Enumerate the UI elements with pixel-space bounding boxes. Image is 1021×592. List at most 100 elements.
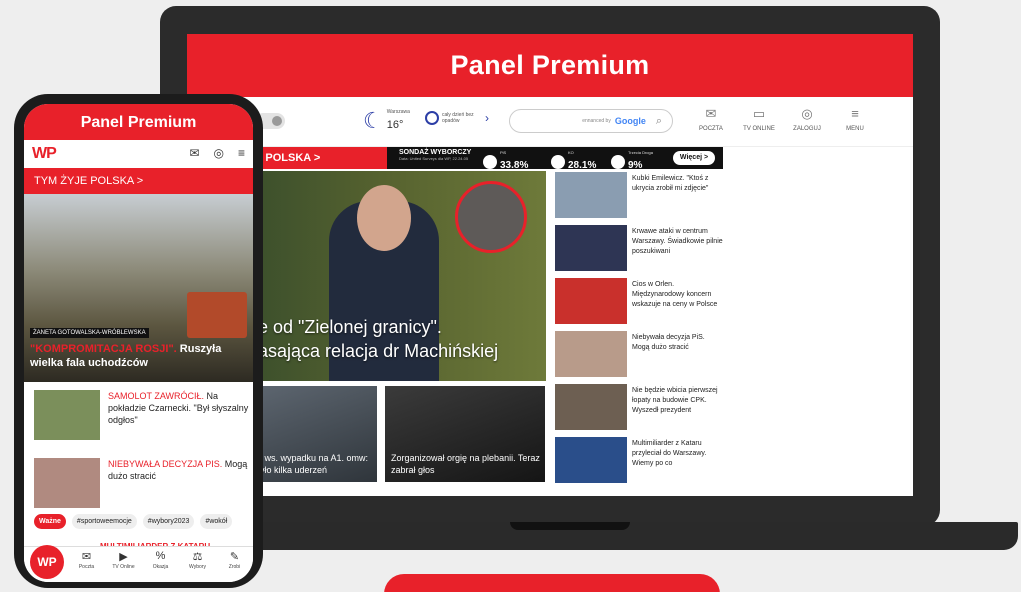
list-item-highlight: SAMOLOT ZAWRÓCIŁ.: [108, 391, 205, 401]
nav-tab-elections[interactable]: ⚖ Wybory: [179, 547, 216, 582]
hero-article[interactable]: ze od "Zielonej granicy". zasająca relac…: [249, 171, 546, 381]
phone-hero-truck: [187, 292, 247, 338]
laptop-notch: [510, 522, 630, 530]
phone-section-link[interactable]: TYM ŻYJE POLSKA >: [24, 168, 253, 194]
nav-tab-tv[interactable]: ▶ TV Online: [105, 547, 142, 582]
article-card-title: ty ws. wypadku na A1. omw: było kilka ud…: [255, 453, 369, 475]
list-item[interactable]: Niebywała decyzja PiS. Mogą dużo stracić: [555, 331, 723, 384]
search-powered: ennanced by: [582, 118, 611, 124]
header-login-button[interactable]: ◎ ZALOGUJ: [783, 105, 831, 132]
mail-icon[interactable]: ✉: [189, 146, 199, 160]
hero-photo-face: [357, 185, 411, 251]
phone-hero-article[interactable]: ŻANETA GOTOWALSKA-WRÓBLEWSKA "KOMPROMITA…: [24, 194, 253, 382]
article-card-title: Zorganizował orgię na plebanii. Teraz za…: [391, 453, 540, 475]
tag-chip[interactable]: Ważne: [34, 514, 66, 529]
poll-title: SONDAŻ WYBORCZY: [399, 149, 472, 156]
weather-widget[interactable]: ☾ Warszawa 16°: [363, 109, 410, 133]
hero-caption: ze od "Zielonej granicy". zasająca relac…: [249, 315, 498, 363]
weather-forecast[interactable]: cały dzień bez opadów ›: [425, 111, 489, 125]
list-item[interactable]: Krwawe ataki w centrum Warszawy. Świadko…: [555, 225, 723, 278]
list-thumb: [555, 384, 627, 430]
nav-tab-more[interactable]: ✎ Zrobi: [216, 547, 253, 582]
nav-label: TV Online: [112, 564, 135, 570]
pen-icon: ✎: [229, 551, 240, 563]
poll-value: 33.8%: [500, 160, 529, 171]
poll-party: KO: [568, 150, 574, 155]
wp-logo[interactable]: WP: [32, 145, 57, 163]
list-item[interactable]: Nie będzie wbicia pierwszej łopaty na bu…: [555, 384, 723, 437]
list-item-highlight: NIEBYWAŁA DECYZJA PIS.: [108, 459, 223, 469]
search-engine: Google: [614, 116, 646, 126]
smile-icon: [425, 111, 439, 125]
list-thumb: [555, 278, 627, 324]
menu-icon: ≡: [851, 106, 859, 121]
header-menu-label: MENU: [846, 126, 864, 132]
hero-inset-photo: [455, 181, 527, 253]
article-card[interactable]: Zorganizował orgię na plebanii. Teraz za…: [385, 386, 545, 482]
weather-city: Warszawa: [386, 109, 410, 115]
search-input[interactable]: ennanced by Google ⌕: [509, 109, 673, 133]
site-header: ☾ Warszawa 16° cały dzień bez opadów › e…: [187, 97, 913, 147]
tag-chip[interactable]: #wybory2023: [142, 514, 195, 529]
list-item-title: Multimiliarder z Kataru przyleciał do Wa…: [632, 440, 707, 467]
header-icons: ✉ POCZTA ▭ TV ONLINE ◎ ZALOGUJ ≡ MENU: [687, 105, 879, 132]
party-logo-icon: [483, 154, 497, 169]
list-thumb: [555, 331, 627, 377]
list-item-title: NIEBYWAŁA DECYZJA PIS. Mogą dużo stracić: [108, 458, 253, 518]
poll-more-button[interactable]: Więcej >: [673, 151, 715, 165]
phone-banner: Panel Premium: [24, 104, 253, 140]
list-item[interactable]: SAMOLOT ZAWRÓCIŁ. Na pokładzie Czarnecki…: [34, 390, 253, 450]
user-icon: ◎: [801, 106, 813, 121]
poll-source: Data: United Surveys dla WP, 22.24.05: [399, 156, 469, 161]
list-item-title: Niebywała decyzja PiS. Mogą dużo stracić: [632, 334, 705, 351]
laptop-base: [130, 522, 1018, 550]
list-item[interactable]: NIEBYWAŁA DECYZJA PIS. Mogą dużo stracić: [34, 458, 253, 518]
nav-label: Wybory: [189, 564, 206, 570]
article-card[interactable]: ty ws. wypadku na A1. omw: było kilka ud…: [249, 386, 377, 482]
tv-icon: ▭: [752, 106, 766, 121]
cta-button[interactable]: [384, 574, 720, 592]
phone-header: WP ✉ ◎ ≡: [24, 140, 253, 168]
list-item-title: Cios w Orlen. Międzynarodowy koncern wsk…: [632, 281, 718, 308]
chevron-right-icon[interactable]: ›: [485, 111, 489, 125]
list-thumb: [555, 172, 627, 218]
header-menu-button[interactable]: ≡ MENU: [831, 105, 879, 132]
moon-icon: ☾: [363, 108, 383, 133]
header-tv-button[interactable]: ▭ TV ONLINE: [735, 105, 783, 132]
nav-label: Zrobi: [228, 564, 241, 570]
menu-icon[interactable]: ≡: [238, 146, 245, 160]
party-logo-icon: [611, 154, 625, 169]
poll-item: KO 28.1%: [551, 150, 596, 173]
header-tv-label: TV ONLINE: [743, 126, 775, 132]
poll-party: PiS: [500, 150, 507, 155]
tag-row: Ważne #sportoweemocje #wybory2023 #wokół: [34, 514, 233, 529]
poll-item: PiS 33.8%: [483, 150, 528, 173]
percent-icon: %: [155, 550, 166, 562]
tv-icon: ▶: [119, 551, 128, 563]
list-item[interactable]: Cios w Orlen. Międzynarodowy koncern wsk…: [555, 278, 723, 331]
poll-bar: E POLSKA > SONDAŻ WYBORCZY Data: United …: [187, 147, 723, 171]
header-mail-button[interactable]: ✉ POCZTA: [687, 105, 735, 132]
nav-label: Okazja: [152, 564, 169, 570]
user-icon[interactable]: ◎: [214, 146, 224, 160]
hero-caption-line: zasająca relacja dr Machińskiej: [249, 341, 499, 361]
phone-header-icons: ✉ ◎ ≡: [189, 146, 245, 160]
tag-chip[interactable]: #wokół: [200, 514, 233, 529]
phone-hero-title: "KOMPROMITACJA ROSJI". Ruszyła wielka fa…: [30, 342, 253, 370]
header-mail-label: POCZTA: [699, 126, 723, 132]
poll-value: 9%: [628, 160, 643, 171]
poll-party: Trzecia Droga: [628, 150, 653, 155]
nav-tab-deals[interactable]: % Okazja: [142, 547, 179, 582]
nav-tab-mail[interactable]: ✉ Poczta: [68, 547, 105, 582]
laptop-banner: Panel Premium: [187, 34, 913, 97]
vote-icon: ⚖: [192, 551, 203, 563]
wp-home-button[interactable]: WP: [30, 545, 64, 579]
nav-label: Poczta: [78, 564, 95, 570]
list-item[interactable]: Multimiliarder z Kataru przyleciał do Wa…: [555, 437, 723, 490]
search-icon[interactable]: ⌕: [656, 115, 662, 128]
side-news-list: Kubki Emilewicz. "Ktoś z ukrycia zrobił …: [555, 172, 723, 490]
device-mockup: Panel Premium ☾ Warszawa 16° cały dzień …: [0, 0, 1021, 592]
list-item[interactable]: Kubki Emilewicz. "Ktoś z ukrycia zrobił …: [555, 172, 723, 225]
poll-item: Trzecia Droga 9%: [611, 150, 653, 173]
tag-chip[interactable]: #sportoweemocje: [71, 514, 137, 529]
